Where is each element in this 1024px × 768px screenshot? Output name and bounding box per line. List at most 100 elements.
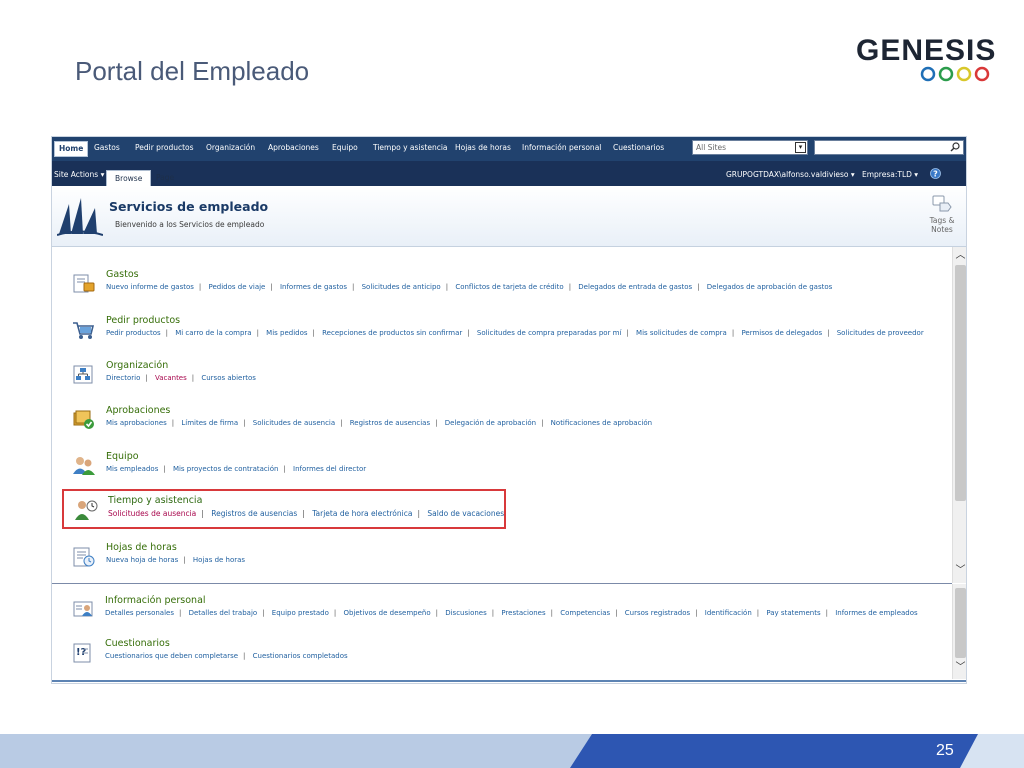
section-links: Directorio | Vacantes | Cursos abiertos bbox=[106, 374, 256, 382]
link[interactable]: Solicitudes de anticipo bbox=[362, 283, 441, 291]
link[interactable]: Discusiones bbox=[445, 609, 487, 617]
link[interactable]: Mis empleados bbox=[106, 465, 158, 473]
timesheet-icon bbox=[73, 547, 95, 567]
link[interactable]: Objetivos de desempeño bbox=[343, 609, 430, 617]
link[interactable]: Competencias bbox=[560, 609, 610, 617]
link[interactable]: Prestaciones bbox=[501, 609, 545, 617]
link[interactable]: Informes de gastos bbox=[280, 283, 347, 291]
link[interactable]: Solicitudes de compra preparadas por mí bbox=[477, 329, 622, 337]
section-title: Hojas de horas bbox=[106, 542, 177, 553]
topnav-equipo[interactable]: Equipo bbox=[328, 141, 362, 157]
section-links: Pedir productos | Mi carro de la compra | … bbox=[106, 329, 924, 337]
scroll-down-icon[interactable]: ﹀ bbox=[954, 662, 966, 674]
topnav-gastos[interactable]: Gastos bbox=[90, 141, 124, 157]
section-links: Mis aprobaciones | Límites de firma | Soli… bbox=[106, 419, 653, 427]
link[interactable]: Delegados de entrada de gastos bbox=[578, 283, 692, 291]
search-icon[interactable] bbox=[950, 142, 960, 152]
link[interactable]: Hojas de horas bbox=[193, 556, 245, 564]
link[interactable]: Solicitudes de ausencia bbox=[108, 509, 196, 518]
topnav-aprobaciones[interactable]: Aprobaciones bbox=[264, 141, 323, 157]
help-icon[interactable]: ? bbox=[930, 168, 941, 179]
scroll-thumb[interactable] bbox=[955, 265, 966, 501]
empresa-menu[interactable]: Empresa:TLD ▾ bbox=[862, 170, 918, 179]
link[interactable]: Mis solicitudes de compra bbox=[636, 329, 727, 337]
link[interactable]: Conflictos de tarjeta de crédito bbox=[455, 283, 563, 291]
topnav-cuestionarios[interactable]: Cuestionarios bbox=[609, 141, 668, 157]
link[interactable]: Cursos abiertos bbox=[201, 374, 256, 382]
scroll-thumb[interactable] bbox=[955, 588, 966, 658]
lower-scrollbar[interactable]: ﹀ bbox=[952, 584, 966, 679]
site-actions-menu[interactable]: Site Actions ▾ bbox=[54, 170, 104, 179]
upper-scrollbar[interactable]: ︿ ﹀ bbox=[952, 247, 966, 583]
approval-icon bbox=[73, 410, 94, 429]
topnav-pedir-productos[interactable]: Pedir productos bbox=[131, 141, 198, 157]
tab-page[interactable]: Page bbox=[148, 170, 182, 186]
link[interactable]: Informes de empleados bbox=[835, 609, 917, 617]
personal-info-icon bbox=[73, 601, 93, 617]
dynamics-logo-icon bbox=[57, 198, 103, 236]
link[interactable]: Permisos de delegados bbox=[741, 329, 822, 337]
link[interactable]: Mis aprobaciones bbox=[106, 419, 167, 427]
link[interactable]: Cuestionarios que deben completarse bbox=[105, 652, 238, 660]
notes-label: Notes bbox=[931, 225, 953, 234]
link[interactable]: Recepciones de productos sin confirmar bbox=[322, 329, 462, 337]
bottom-border bbox=[52, 680, 966, 682]
tab-browse[interactable]: Browse bbox=[106, 170, 152, 186]
footer-band-accent bbox=[570, 734, 1024, 768]
link[interactable]: Tarjeta de hora electrónica bbox=[312, 509, 412, 518]
topnav-organizacion[interactable]: Organización bbox=[202, 141, 259, 157]
link[interactable]: Mis proyectos de contratación bbox=[173, 465, 279, 473]
link[interactable]: Pedidos de viaje bbox=[209, 283, 266, 291]
link[interactable]: Directorio bbox=[106, 374, 140, 382]
topnav-hojas-horas[interactable]: Hojas de horas bbox=[451, 141, 515, 157]
link[interactable]: Pay statements bbox=[766, 609, 820, 617]
panel-divider bbox=[52, 583, 952, 584]
link[interactable]: Nueva hoja de horas bbox=[106, 556, 178, 564]
link[interactable]: Pedir productos bbox=[106, 329, 161, 337]
link[interactable]: Informes del director bbox=[293, 465, 366, 473]
topnav-tiempo-asistencia[interactable]: Tiempo y asistencia bbox=[369, 141, 452, 157]
chevron-down-icon[interactable]: ▾ bbox=[795, 142, 806, 153]
link[interactable]: Registros de ausencias bbox=[350, 419, 430, 427]
link[interactable]: Registros de ausencias bbox=[211, 509, 297, 518]
link[interactable]: Notificaciones de aprobación bbox=[551, 419, 652, 427]
user-menu[interactable]: GRUPOGTDAX\alfonso.valdivieso ▾ bbox=[726, 170, 855, 179]
scroll-down-icon[interactable]: ﹀ bbox=[954, 565, 966, 577]
section-title: Pedir productos bbox=[106, 315, 181, 326]
section-title: Organización bbox=[106, 360, 169, 371]
topnav-informacion-personal[interactable]: Información personal bbox=[518, 141, 605, 157]
link[interactable]: Nuevo informe de gastos bbox=[106, 283, 194, 291]
link[interactable]: Mi carro de la compra bbox=[175, 329, 251, 337]
main-content: Gastos Nuevo informe de gastos | Pedidos … bbox=[52, 247, 966, 683]
site-scope-select[interactable]: All Sites ▾ bbox=[692, 140, 808, 155]
link[interactable]: Saldo de vacaciones bbox=[427, 509, 504, 518]
link[interactable]: Mis pedidos bbox=[266, 329, 307, 337]
link[interactable]: Equipo prestado bbox=[272, 609, 329, 617]
section-links: Cuestionarios que deben completarse | Cue… bbox=[105, 652, 348, 660]
section-title: Información personal bbox=[105, 595, 206, 606]
section-links: Mis empleados | Mis proyectos de contrata… bbox=[106, 465, 367, 473]
section-links: Detalles personales | Detalles del trabaj… bbox=[105, 609, 918, 617]
link[interactable]: Solicitudes de proveedor bbox=[837, 329, 924, 337]
section-links: Nueva hoja de horas | Hojas de horas bbox=[106, 556, 246, 564]
search-input[interactable] bbox=[815, 141, 949, 154]
page-number: 25 bbox=[936, 742, 954, 759]
tags-label: Tags & bbox=[929, 216, 955, 225]
link[interactable]: Límites de firma bbox=[181, 419, 238, 427]
genesis-logo: GENESIS bbox=[856, 36, 996, 86]
link[interactable]: Detalles personales bbox=[105, 609, 174, 617]
topnav-home[interactable]: Home bbox=[54, 141, 89, 157]
link[interactable]: Solicitudes de ausencia bbox=[253, 419, 335, 427]
section-title: Cuestionarios bbox=[105, 638, 170, 649]
link[interactable]: Detalles del trabajo bbox=[189, 609, 258, 617]
link[interactable]: Cursos registrados bbox=[625, 609, 690, 617]
link[interactable]: Cuestionarios completados bbox=[253, 652, 348, 660]
link[interactable]: Delegados de aprobación de gastos bbox=[707, 283, 833, 291]
empresa-label: Empresa:TLD bbox=[862, 170, 912, 179]
link[interactable]: Delegación de aprobación bbox=[445, 419, 536, 427]
scroll-up-icon[interactable]: ︿ bbox=[954, 250, 966, 262]
link[interactable]: Vacantes bbox=[155, 374, 187, 382]
link[interactable]: Identificación bbox=[705, 609, 752, 617]
tags-notes-button[interactable]: Tags & Notes bbox=[920, 195, 964, 234]
expense-report-icon bbox=[73, 274, 95, 293]
